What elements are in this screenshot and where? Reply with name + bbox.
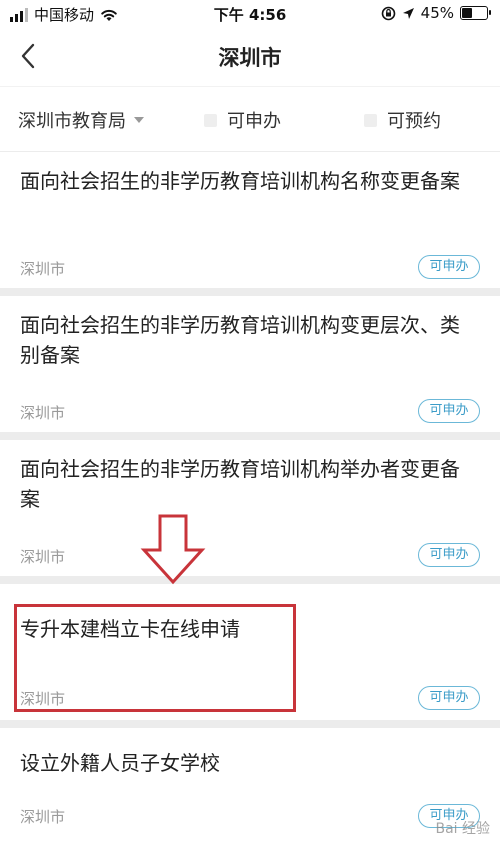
- list-item[interactable]: 设立外籍人员子女学校 深圳市 可申办: [0, 728, 500, 846]
- item-location: 深圳市: [20, 404, 66, 422]
- item-title: 面向社会招生的非学历教育培训机构举办者变更备案: [20, 457, 460, 511]
- watermark: Bai 经验: [435, 821, 490, 837]
- department-label: 深圳市教育局: [18, 111, 126, 132]
- department-dropdown[interactable]: 深圳市教育局: [18, 107, 144, 133]
- status-badge[interactable]: 可申办: [418, 399, 480, 423]
- status-badge[interactable]: 可申办: [418, 543, 480, 567]
- battery-icon: [460, 6, 491, 20]
- orientation-lock-icon: [381, 6, 395, 20]
- nav-bar: 深圳市: [0, 28, 500, 86]
- location-icon: [402, 7, 414, 19]
- item-title: 面向社会招生的非学历教育培训机构名称变更备案: [20, 169, 460, 193]
- list-item[interactable]: 面向社会招生的非学历教育培训机构变更层次、类别备案 深圳市 可申办: [0, 296, 500, 432]
- caret-down-icon: [134, 117, 144, 123]
- filter-bar: 深圳市教育局 可申办 可预约: [0, 86, 500, 151]
- status-bar: 中国移动 下午 4:56 45%: [0, 0, 500, 28]
- item-location: 深圳市: [20, 548, 66, 566]
- item-location: 深圳市: [20, 808, 66, 826]
- page-title: 深圳市: [218, 46, 282, 70]
- filter-option-reserve-label: 可预约: [387, 111, 441, 132]
- checkbox[interactable]: [364, 113, 377, 127]
- item-title: 设立外籍人员子女学校: [20, 751, 220, 775]
- item-location: 深圳市: [20, 260, 66, 278]
- list-item[interactable]: 面向社会招生的非学历教育培训机构举办者变更备案 深圳市 可申办: [0, 440, 500, 576]
- item-title: 面向社会招生的非学历教育培训机构变更层次、类别备案: [20, 313, 460, 367]
- status-badge[interactable]: 可申办: [418, 255, 480, 279]
- battery-level: [462, 8, 472, 18]
- filter-option-apply-label: 可申办: [227, 111, 281, 132]
- battery-percent: 45%: [420, 4, 454, 22]
- highlight-box: [14, 604, 296, 712]
- checkbox[interactable]: [204, 113, 217, 127]
- down-arrow-icon: [140, 514, 206, 585]
- status-right: 45%: [381, 4, 491, 22]
- filter-option-reserve[interactable]: 可预约: [364, 107, 441, 133]
- filter-option-apply[interactable]: 可申办: [204, 107, 281, 133]
- list-item[interactable]: 面向社会招生的非学历教育培训机构名称变更备案 深圳市 可申办: [0, 152, 500, 288]
- status-badge[interactable]: 可申办: [418, 686, 480, 710]
